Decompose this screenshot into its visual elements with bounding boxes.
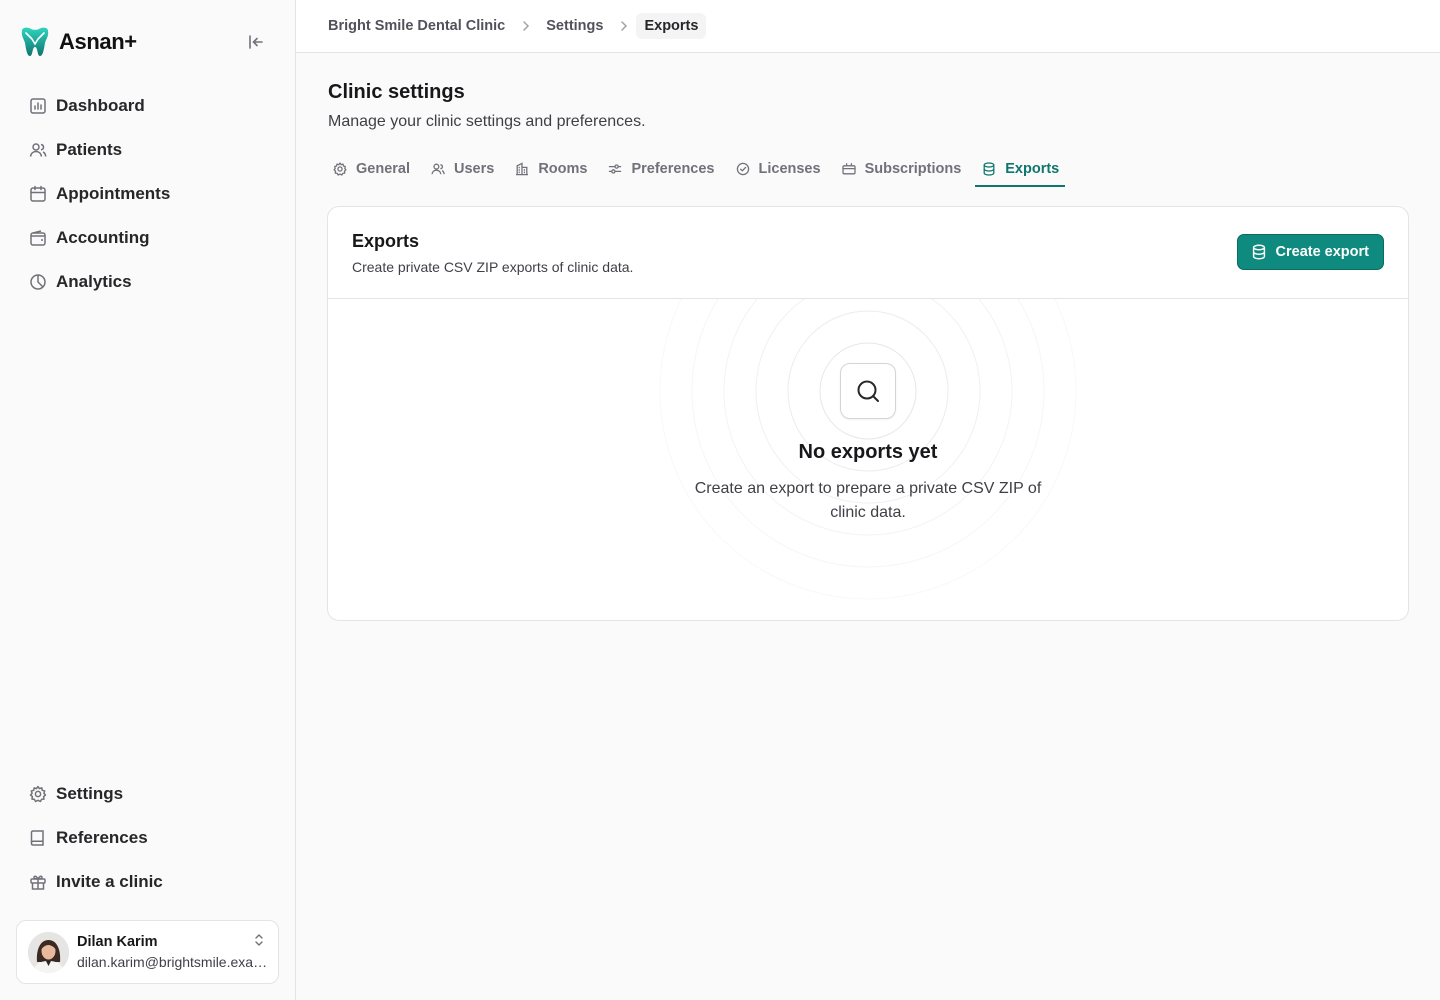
pie-chart-icon (30, 274, 46, 290)
empty-state-icon-box (840, 363, 896, 419)
database-icon (1252, 244, 1265, 260)
gift-icon (30, 875, 46, 890)
chevron-up-down-icon (255, 934, 263, 946)
tab-label: Subscriptions (864, 160, 962, 177)
book-icon (30, 830, 44, 846)
tab-general[interactable]: General (328, 150, 414, 187)
tab-label: General (356, 160, 410, 177)
tab-rooms[interactable]: Rooms (510, 150, 591, 187)
tab-label: Preferences (631, 160, 715, 177)
database-icon (983, 161, 995, 176)
tab-licenses[interactable]: Licenses (731, 150, 825, 187)
chevron-right-icon (621, 21, 628, 31)
collapse-sidebar-button[interactable] (244, 30, 268, 54)
tab-label: Users (454, 160, 495, 177)
users-icon (431, 163, 445, 174)
sidebar-item-label: Patients (56, 140, 123, 159)
tab-exports[interactable]: Exports (975, 150, 1066, 187)
sidebar-item-label: References (56, 828, 148, 847)
sidebar-item-patients[interactable]: Patients (16, 128, 280, 172)
brand[interactable]: Asnan+ (18, 24, 137, 60)
breadcrumb-settings[interactable]: Settings (546, 18, 603, 34)
create-export-label: Create export (1275, 244, 1369, 260)
empty-state-title: No exports yet (798, 441, 938, 463)
tooth-logo-icon (21, 27, 49, 56)
page-title: Clinic settings (328, 81, 465, 103)
panel-collapse-icon (249, 35, 263, 49)
sidebar-item-label: Analytics (56, 272, 132, 291)
tab-label: Rooms (538, 160, 588, 177)
brand-name: Asnan+ (59, 29, 137, 54)
sidebar-item-analytics[interactable]: Analytics (16, 260, 280, 304)
search-icon (857, 380, 879, 402)
sidebar-item-dashboard[interactable]: Dashboard (16, 84, 280, 128)
calendar-icon (30, 185, 46, 202)
building-icon (516, 161, 529, 175)
exports-card: Exports Create private CSV ZIP exports o… (327, 206, 1409, 621)
create-export-button[interactable]: Create export (1236, 234, 1384, 270)
sidebar-item-label: Settings (56, 784, 124, 803)
sidebar-nav-secondary: Settings References Invite a clinic (16, 772, 280, 904)
breadcrumb-current: Exports (636, 13, 707, 39)
tab-label: Exports (1005, 160, 1060, 177)
user-name: Dilan Karim (77, 934, 158, 950)
user-email: dilan.karim@brightsmile.example (77, 954, 269, 970)
sliders-icon (609, 163, 622, 174)
sidebar-item-appointments[interactable]: Appointments (16, 172, 280, 216)
exports-card-header: Exports Create private CSV ZIP exports o… (328, 207, 1408, 299)
page-subtitle: Manage your clinic settings and preferen… (328, 113, 646, 130)
avatar (28, 931, 69, 973)
gear-icon (29, 785, 47, 803)
empty-state-text: Create an export to prepare a private CS… (694, 480, 1042, 521)
chevron-right-icon (523, 21, 530, 31)
sidebar-item-label: Appointments (56, 184, 171, 203)
breadcrumb: Bright Smile Dental Clinic Settings Expo… (328, 12, 707, 40)
sidebar-item-invite-clinic[interactable]: Invite a clinic (16, 860, 280, 904)
tab-preferences[interactable]: Preferences (603, 150, 718, 187)
tab-users[interactable]: Users (426, 150, 498, 187)
sidebar-item-label: Accounting (56, 228, 150, 247)
gear-icon (333, 161, 347, 176)
sidebar-nav: Dashboard Patients Appointments Accounti… (16, 84, 280, 304)
exports-description: Create private CSV ZIP exports of clinic… (352, 259, 634, 275)
breadcrumb-clinic[interactable]: Bright Smile Dental Clinic (328, 18, 505, 34)
sidebar-item-references[interactable]: References (16, 816, 280, 860)
topbar: Bright Smile Dental Clinic Settings Expo… (296, 0, 1440, 53)
wallet-icon (30, 230, 46, 246)
tab-subscriptions[interactable]: Subscriptions (837, 150, 966, 187)
sidebar: Asnan+ Dashboard Patients Appointments A… (0, 0, 296, 1000)
check-circle-icon (736, 162, 749, 175)
sidebar-item-settings[interactable]: Settings (16, 772, 280, 816)
sidebar-item-label: Invite a clinic (56, 872, 163, 891)
settings-tabs: General Users Rooms Preferences Licenses… (328, 150, 1075, 187)
empty-state: No exports yet Create an export to prepa… (328, 299, 1408, 620)
tab-label: Licenses (758, 160, 821, 177)
chart-icon (30, 98, 46, 114)
users-icon (29, 143, 47, 157)
exports-title: Exports (352, 231, 420, 251)
ticket-icon (841, 162, 856, 174)
user-menu[interactable]: Dilan Karim dilan.karim@brightsmile.exam… (16, 920, 279, 984)
sidebar-item-label: Dashboard (56, 96, 145, 115)
sidebar-item-accounting[interactable]: Accounting (16, 216, 280, 260)
